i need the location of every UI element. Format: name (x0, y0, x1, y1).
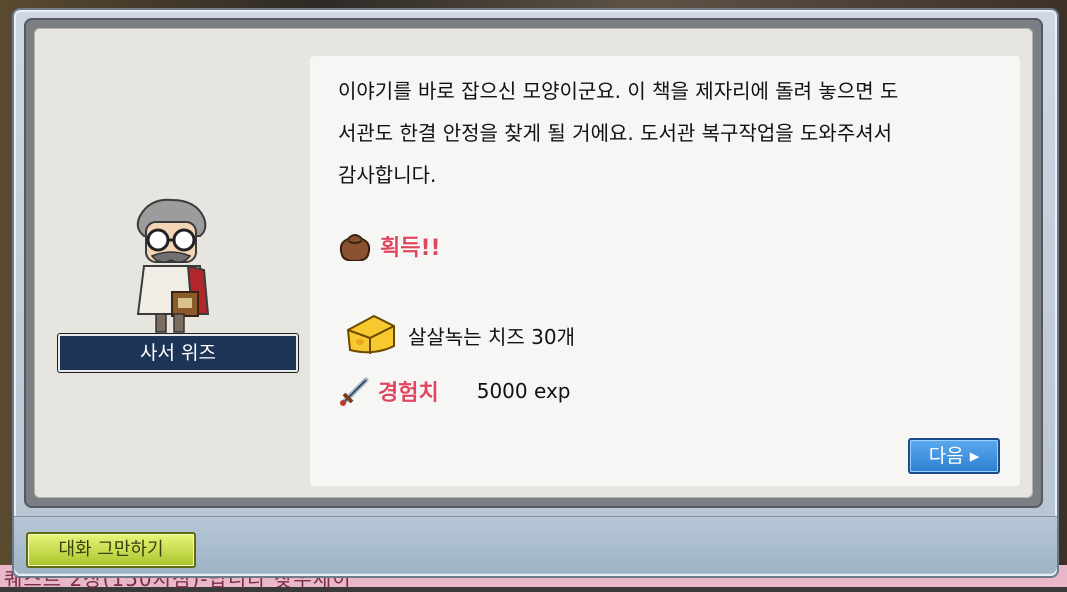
cheese-icon (346, 314, 395, 354)
dialog-inner-frame: 사서 위즈 이야기를 바로 잡으신 모양이군요. 이 책을 제자리에 돌려 놓으… (24, 18, 1043, 508)
reward-title-label: 획득!! (380, 236, 441, 261)
reward-item-label: 살살녹는 치즈 30개 (408, 324, 575, 349)
npc-name-label: 사서 위즈 (58, 334, 298, 372)
exp-label: 경험치 (378, 381, 439, 406)
reward-header: 획득!! (338, 230, 441, 262)
dialog-text-panel: 이야기를 바로 잡으신 모양이군요. 이 책을 제자리에 돌려 놓으면 도 서관… (310, 56, 1020, 486)
npc-portrait (136, 198, 210, 333)
exp-reward-row: 경험치 5000 exp (338, 374, 570, 408)
next-button[interactable]: 다음 ▸ (908, 438, 1000, 474)
sword-icon (340, 377, 369, 406)
npc-dialog-window: 사서 위즈 이야기를 바로 잡으신 모양이군요. 이 책을 제자리에 돌려 놓으… (12, 8, 1059, 578)
dialog-inner-panel: 사서 위즈 이야기를 바로 잡으신 모양이군요. 이 책을 제자리에 돌려 놓으… (34, 28, 1033, 498)
money-bag-icon (339, 234, 371, 261)
end-chat-button[interactable]: 대화 그만하기 (26, 532, 196, 568)
dialog-message: 이야기를 바로 잡으신 모양이군요. 이 책을 제자리에 돌려 놓으면 도 서관… (338, 79, 899, 187)
exp-value: 5000 exp (476, 379, 571, 403)
reward-item-row: 살살녹는 치즈 30개 (344, 312, 575, 358)
